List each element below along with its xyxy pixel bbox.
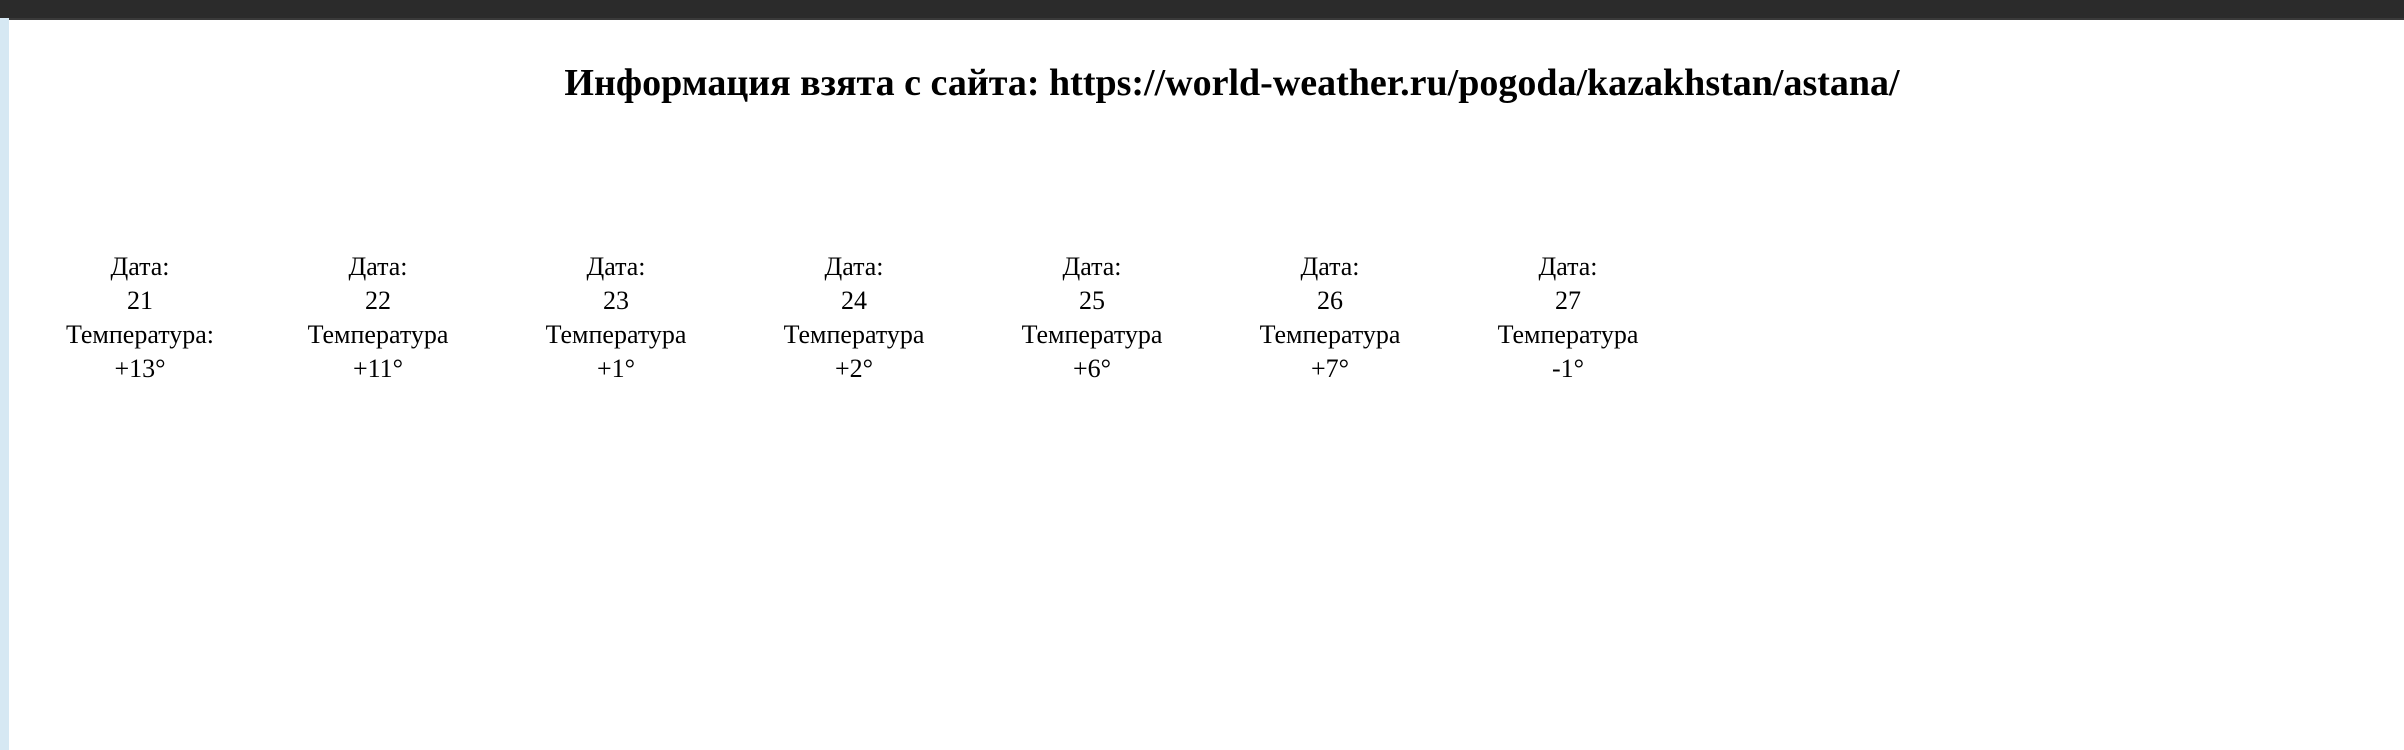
- date-value: 23: [603, 286, 629, 315]
- temperature-value: +2°: [834, 354, 874, 383]
- temperature-value: +7°: [1310, 354, 1350, 383]
- temperature-label: Температура: [307, 320, 449, 349]
- date-label: Дата:: [1300, 252, 1360, 281]
- window-edge: [0, 18, 9, 750]
- temperature-value: -1°: [1551, 354, 1585, 383]
- forecast-day: Дата: 22 Температура +11°: [259, 250, 497, 386]
- temperature-value: +11°: [352, 354, 404, 383]
- date-label: Дата:: [1062, 252, 1122, 281]
- forecast-list: Дата: 21 Температура: +13° Дата: 22 Темп…: [21, 250, 1687, 386]
- temperature-label: Температура:: [66, 320, 214, 349]
- forecast-day: Дата: 23 Температура +1°: [497, 250, 735, 386]
- forecast-day: Дата: 26 Температура +7°: [1211, 250, 1449, 386]
- temperature-label: Температура: [1259, 320, 1401, 349]
- date-label: Дата:: [348, 252, 408, 281]
- temperature-label: Температура: [1497, 320, 1639, 349]
- page-title: Информация взята с сайта: https://world-…: [564, 62, 1900, 104]
- date-label: Дата:: [586, 252, 646, 281]
- browser-bookmarks-bar: [0, 0, 2404, 20]
- temperature-value: +13°: [114, 354, 166, 383]
- date-value: 26: [1317, 286, 1343, 315]
- forecast-day: Дата: 21 Температура: +13°: [21, 250, 259, 386]
- forecast-day: Дата: 27 Температура -1°: [1449, 250, 1687, 386]
- forecast-day: Дата: 24 Температура +2°: [735, 250, 973, 386]
- date-value: 22: [365, 286, 391, 315]
- date-value: 27: [1555, 286, 1581, 315]
- temperature-label: Температура: [783, 320, 925, 349]
- date-label: Дата:: [1538, 252, 1598, 281]
- date-label: Дата:: [824, 252, 884, 281]
- temperature-label: Температура: [1021, 320, 1163, 349]
- forecast-day: Дата: 25 Температура +6°: [973, 250, 1211, 386]
- temperature-label: Температура: [545, 320, 687, 349]
- date-label: Дата:: [110, 252, 170, 281]
- temperature-value: +6°: [1072, 354, 1112, 383]
- temperature-value: +1°: [596, 354, 636, 383]
- date-value: 21: [127, 286, 153, 315]
- date-value: 25: [1079, 286, 1105, 315]
- date-value: 24: [841, 286, 867, 315]
